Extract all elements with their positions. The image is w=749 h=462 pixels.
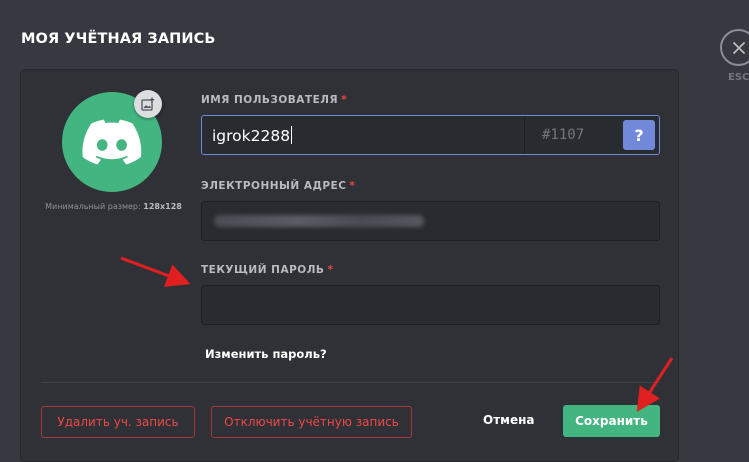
- avatar-hint-prefix: Минимальный размер:: [45, 202, 141, 211]
- password-field[interactable]: [201, 285, 660, 325]
- required-marker: *: [341, 94, 348, 106]
- help-button[interactable]: ?: [623, 120, 655, 150]
- username-value: igrok2288: [212, 127, 291, 145]
- image-add-icon: [141, 97, 155, 111]
- username-field[interactable]: igrok2288 #1107 ?: [201, 115, 660, 155]
- password-label-text: ТЕКУЩИЙ ПАРОЛЬ: [201, 264, 325, 276]
- email-field[interactable]: [201, 201, 660, 241]
- disable-account-button[interactable]: Отключить учётную запись: [211, 406, 412, 438]
- account-card: Минимальный размер: 128x128 ИМЯ ПОЛЬЗОВА…: [20, 69, 679, 462]
- close-icon: [732, 41, 745, 54]
- cancel-button[interactable]: Отмена: [483, 413, 535, 427]
- avatar-upload-button[interactable]: [134, 90, 162, 118]
- avatar-hint-size: 128x128: [143, 202, 182, 211]
- discord-logo-icon: [82, 119, 142, 165]
- discriminator-tag: #1107: [542, 127, 585, 143]
- password-label: ТЕКУЩИЙ ПАРОЛЬ *: [201, 264, 333, 276]
- blurred-email-value: [214, 215, 424, 227]
- account-settings-screen: МОЯ УЧЁТНАЯ ЗАПИСЬ ESC Минимальный разме…: [0, 0, 749, 462]
- tag-divider: [524, 116, 525, 154]
- username-input[interactable]: igrok2288: [212, 126, 293, 145]
- close-hint: ESC: [728, 72, 749, 83]
- save-button[interactable]: Сохранить: [563, 405, 660, 437]
- close-button[interactable]: [720, 29, 749, 66]
- change-password-link[interactable]: Изменить пароль?: [205, 347, 327, 361]
- required-marker: *: [349, 180, 356, 192]
- required-marker: *: [327, 264, 334, 276]
- email-label: ЭЛЕКТРОННЫЙ АДРЕС *: [201, 180, 355, 192]
- email-label-text: ЭЛЕКТРОННЫЙ АДРЕС: [201, 180, 347, 192]
- footer-divider: [41, 382, 660, 383]
- delete-account-button[interactable]: Удалить уч. запись: [41, 406, 195, 438]
- username-label: ИМЯ ПОЛЬЗОВАТЕЛЯ *: [201, 94, 347, 106]
- page-title: МОЯ УЧЁТНАЯ ЗАПИСЬ: [21, 31, 216, 47]
- avatar-size-hint: Минимальный размер: 128x128: [41, 202, 186, 211]
- username-label-text: ИМЯ ПОЛЬЗОВАТЕЛЯ: [201, 94, 339, 106]
- text-caret: [291, 126, 293, 144]
